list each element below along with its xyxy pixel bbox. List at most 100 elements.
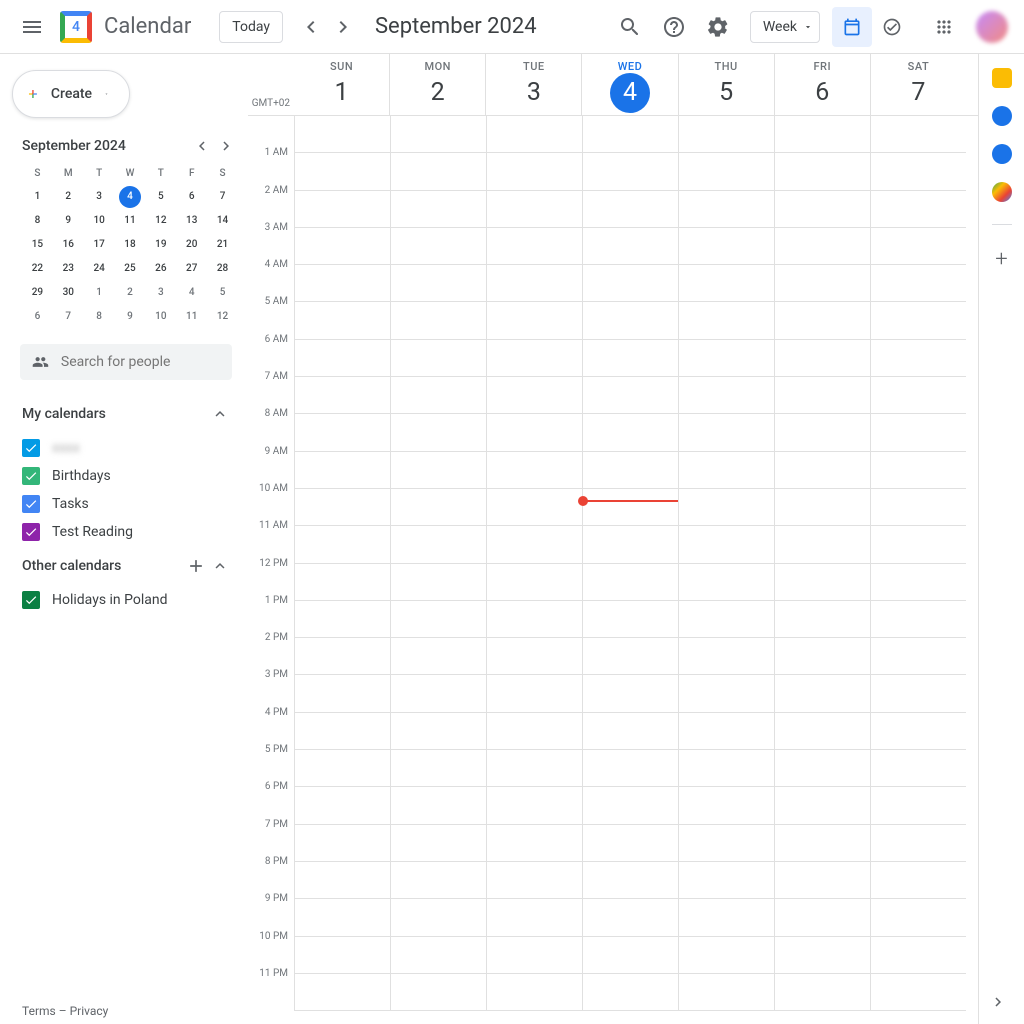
calendar-checkbox[interactable] bbox=[22, 467, 40, 485]
hour-cell[interactable] bbox=[487, 899, 582, 936]
hour-cell[interactable] bbox=[775, 601, 870, 638]
mini-day-cell[interactable]: 1 bbox=[26, 186, 48, 208]
hour-cell[interactable] bbox=[583, 526, 678, 563]
hour-cell[interactable] bbox=[487, 228, 582, 265]
hour-cell[interactable] bbox=[775, 526, 870, 563]
hour-cell[interactable] bbox=[583, 153, 678, 190]
contacts-icon[interactable] bbox=[992, 144, 1012, 164]
hour-cell[interactable] bbox=[391, 750, 486, 787]
mini-day-cell[interactable]: 10 bbox=[88, 210, 110, 232]
hour-cell[interactable] bbox=[487, 526, 582, 563]
hour-cell[interactable] bbox=[487, 377, 582, 414]
mini-day-cell[interactable]: 1 bbox=[88, 282, 110, 304]
mini-day-cell[interactable]: 14 bbox=[212, 210, 234, 232]
mini-day-cell[interactable]: 22 bbox=[26, 258, 48, 280]
mini-day-cell[interactable]: 6 bbox=[181, 186, 203, 208]
hour-cell[interactable] bbox=[487, 191, 582, 228]
hour-cell[interactable] bbox=[775, 265, 870, 302]
hour-cell[interactable] bbox=[487, 153, 582, 190]
hour-cell[interactable] bbox=[775, 675, 870, 712]
hour-cell[interactable] bbox=[487, 116, 582, 153]
hour-cell[interactable] bbox=[679, 228, 774, 265]
mini-day-cell[interactable]: 8 bbox=[88, 306, 110, 328]
hour-cell[interactable] bbox=[679, 452, 774, 489]
day-header[interactable]: WED4 bbox=[581, 54, 677, 115]
hour-cell[interactable] bbox=[679, 116, 774, 153]
mini-day-cell[interactable]: 3 bbox=[88, 186, 110, 208]
hour-cell[interactable] bbox=[871, 974, 966, 1011]
hour-cell[interactable] bbox=[679, 526, 774, 563]
hour-cell[interactable] bbox=[871, 638, 966, 675]
mini-day-cell[interactable]: 3 bbox=[150, 282, 172, 304]
hour-cell[interactable] bbox=[871, 601, 966, 638]
hour-cell[interactable] bbox=[487, 937, 582, 974]
hour-cell[interactable] bbox=[295, 191, 390, 228]
mini-day-cell[interactable]: 17 bbox=[88, 234, 110, 256]
mini-day-cell[interactable]: 11 bbox=[181, 306, 203, 328]
calendar-checkbox[interactable] bbox=[22, 439, 40, 457]
hour-cell[interactable] bbox=[391, 601, 486, 638]
next-week-button[interactable] bbox=[327, 7, 359, 47]
hour-cell[interactable] bbox=[391, 825, 486, 862]
day-header[interactable]: SUN1 bbox=[294, 54, 389, 115]
tasks-icon[interactable] bbox=[992, 106, 1012, 126]
calendar-item[interactable]: Holidays in Poland bbox=[8, 586, 248, 614]
calendar-checkbox[interactable] bbox=[22, 523, 40, 541]
hour-cell[interactable] bbox=[775, 414, 870, 451]
mini-next-month[interactable] bbox=[214, 134, 238, 158]
hour-cell[interactable] bbox=[775, 862, 870, 899]
hour-cell[interactable] bbox=[583, 601, 678, 638]
day-column[interactable] bbox=[390, 116, 486, 1011]
day-header[interactable]: TUE3 bbox=[485, 54, 581, 115]
hour-cell[interactable] bbox=[871, 414, 966, 451]
hour-cell[interactable] bbox=[487, 489, 582, 526]
hour-cell[interactable] bbox=[583, 377, 678, 414]
hour-cell[interactable] bbox=[583, 974, 678, 1011]
hour-cell[interactable] bbox=[487, 452, 582, 489]
mini-day-cell[interactable]: 13 bbox=[181, 210, 203, 232]
privacy-link[interactable]: Privacy bbox=[70, 1004, 109, 1018]
settings-button[interactable] bbox=[698, 7, 738, 47]
hour-cell[interactable] bbox=[679, 974, 774, 1011]
hour-cell[interactable] bbox=[295, 974, 390, 1011]
day-column[interactable] bbox=[870, 116, 966, 1011]
hour-cell[interactable] bbox=[583, 452, 678, 489]
hour-cell[interactable] bbox=[583, 713, 678, 750]
hour-cell[interactable] bbox=[679, 153, 774, 190]
hour-cell[interactable] bbox=[487, 787, 582, 824]
hour-cell[interactable] bbox=[679, 564, 774, 601]
hour-cell[interactable] bbox=[391, 302, 486, 339]
hour-cell[interactable] bbox=[583, 302, 678, 339]
hour-cell[interactable] bbox=[775, 452, 870, 489]
hour-cell[interactable] bbox=[871, 825, 966, 862]
day-column[interactable] bbox=[486, 116, 582, 1011]
day-column[interactable] bbox=[774, 116, 870, 1011]
hour-cell[interactable] bbox=[295, 228, 390, 265]
hour-cell[interactable] bbox=[583, 899, 678, 936]
today-button[interactable]: Today bbox=[219, 11, 283, 43]
hour-cell[interactable] bbox=[391, 713, 486, 750]
mini-day-cell[interactable]: 7 bbox=[57, 306, 79, 328]
hour-cell[interactable] bbox=[583, 564, 678, 601]
hour-cell[interactable] bbox=[679, 601, 774, 638]
calendar-view-toggle[interactable] bbox=[832, 7, 872, 47]
hour-cell[interactable] bbox=[391, 153, 486, 190]
hour-cell[interactable] bbox=[775, 340, 870, 377]
hour-cell[interactable] bbox=[583, 265, 678, 302]
mini-day-cell[interactable]: 24 bbox=[88, 258, 110, 280]
hour-cell[interactable] bbox=[583, 787, 678, 824]
hour-cell[interactable] bbox=[775, 899, 870, 936]
hour-cell[interactable] bbox=[583, 750, 678, 787]
mini-day-cell[interactable]: 30 bbox=[57, 282, 79, 304]
hour-cell[interactable] bbox=[487, 601, 582, 638]
hour-cell[interactable] bbox=[487, 564, 582, 601]
hour-cell[interactable] bbox=[775, 228, 870, 265]
hour-cell[interactable] bbox=[487, 340, 582, 377]
hour-cell[interactable] bbox=[679, 489, 774, 526]
hour-cell[interactable] bbox=[295, 116, 390, 153]
hour-cell[interactable] bbox=[295, 414, 390, 451]
hour-cell[interactable] bbox=[679, 937, 774, 974]
hour-cell[interactable] bbox=[391, 228, 486, 265]
add-other-calendar[interactable] bbox=[184, 554, 208, 578]
terms-link[interactable]: Terms bbox=[22, 1004, 56, 1018]
